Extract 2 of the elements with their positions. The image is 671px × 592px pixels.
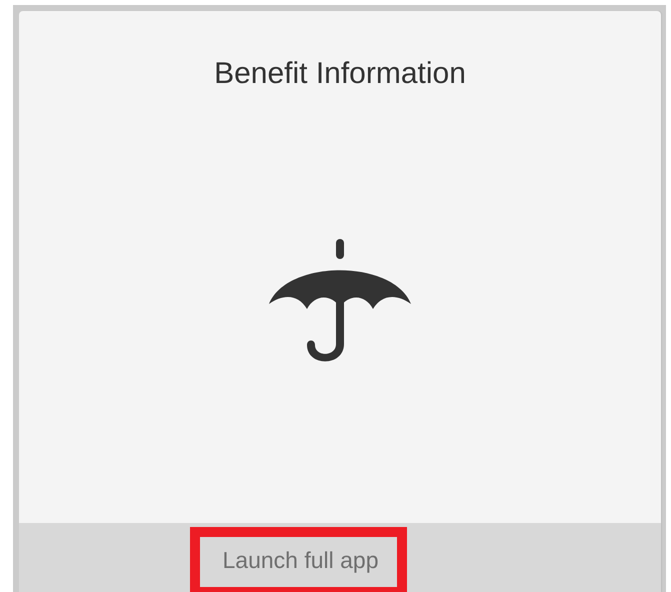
card-title: Benefit Information <box>214 56 466 91</box>
launch-app-link[interactable]: Launch full app <box>190 527 406 592</box>
